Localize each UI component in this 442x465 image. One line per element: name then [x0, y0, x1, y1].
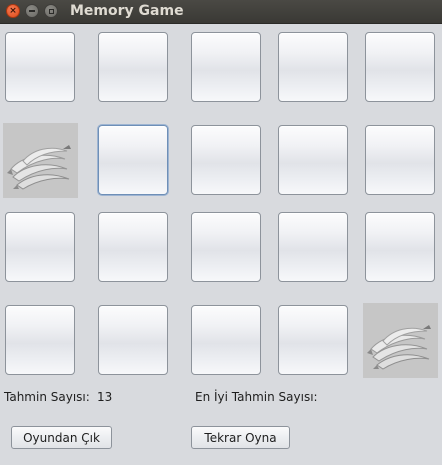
card-row-1-col-3[interactable] [191, 32, 261, 102]
card-row-2-col-2[interactable] [98, 125, 168, 195]
banana-image [363, 303, 438, 378]
card-row-3-col-5[interactable] [365, 212, 435, 282]
close-icon: × [9, 5, 17, 16]
card-row-1-col-5[interactable] [365, 32, 435, 102]
card-row-4-col-4[interactable] [278, 305, 348, 375]
card-row-4-col-1[interactable] [5, 305, 75, 375]
card-row-2-col-5[interactable] [365, 125, 435, 195]
card-row-4-col-5[interactable] [363, 303, 438, 378]
close-window-button[interactable]: × [6, 4, 20, 18]
card-row-2-col-4[interactable] [278, 125, 348, 195]
minimize-icon [29, 10, 35, 12]
card-row-3-col-2[interactable] [98, 212, 168, 282]
card-row-2-col-3[interactable] [191, 125, 261, 195]
title-bar: × Memory Game [0, 0, 442, 24]
guess-count-label: Tahmin Sayısı: [4, 390, 90, 404]
quit-game-button[interactable]: Oyundan Çık [11, 426, 112, 449]
card-row-4-col-3[interactable] [191, 305, 261, 375]
card-row-2-col-1[interactable] [3, 123, 78, 198]
minimize-window-button[interactable] [25, 4, 39, 18]
card-row-4-col-2[interactable] [98, 305, 168, 375]
play-again-button[interactable]: Tekrar Oyna [191, 426, 290, 449]
card-row-1-col-1[interactable] [5, 32, 75, 102]
card-row-1-col-2[interactable] [98, 32, 168, 102]
maximize-icon [48, 8, 54, 14]
best-guess-label: En İyi Tahmin Sayısı: [195, 390, 318, 404]
guess-count-value: 13 [97, 390, 113, 404]
banana-image [3, 123, 78, 198]
card-row-3-col-3[interactable] [191, 212, 261, 282]
card-row-1-col-4[interactable] [278, 32, 348, 102]
maximize-window-button[interactable] [44, 4, 58, 18]
window-title: Memory Game [70, 3, 184, 19]
card-row-3-col-4[interactable] [278, 212, 348, 282]
card-row-3-col-1[interactable] [5, 212, 75, 282]
